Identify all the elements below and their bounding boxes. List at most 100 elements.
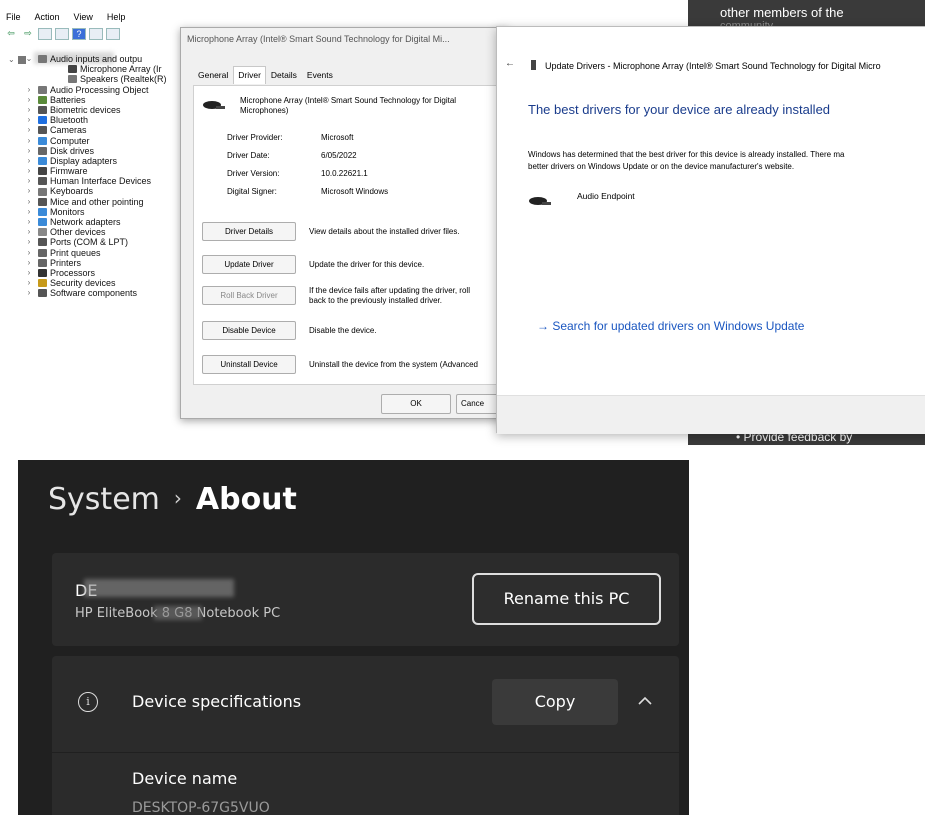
pc-name-card: DE HP EliteBook 8 G8 Notebook PC Rename … [52, 553, 679, 646]
chevron-right-icon[interactable]: › [24, 197, 34, 207]
chevron-right-icon[interactable]: › [24, 146, 34, 156]
tab-driver[interactable]: Driver [233, 66, 266, 84]
tree-item[interactable]: › Computer [24, 136, 184, 146]
tree-item[interactable]: Speakers (Realtek(R) [24, 74, 184, 84]
camera-icon [38, 126, 47, 135]
settings-about-page: System › About DE HP EliteBook 8 G8 Note… [18, 460, 689, 815]
port-icon [38, 238, 47, 247]
tree-item[interactable]: › Monitors [24, 207, 184, 217]
device-name-label: Device name [132, 769, 238, 788]
tree-item[interactable]: Microphone Array (Ir [24, 64, 184, 74]
bluetooth-icon [38, 116, 47, 125]
tree-item[interactable]: › Display adapters [24, 156, 184, 166]
chevron-right-icon[interactable]: › [24, 176, 34, 186]
tree-item[interactable]: › Disk drives [24, 146, 184, 156]
scan-toolbar-icon[interactable] [106, 28, 120, 40]
chevron-right-icon[interactable]: › [24, 268, 34, 278]
chevron-right-icon[interactable]: › [24, 166, 34, 176]
chevron-down-icon[interactable]: ⌄ [24, 54, 34, 64]
list-toolbar-icon[interactable] [55, 28, 69, 40]
breadcrumb-system[interactable]: System [48, 482, 160, 517]
tree-item[interactable]: › Software components [24, 288, 184, 298]
tree-item[interactable]: › Ports (COM & LPT) [24, 237, 184, 247]
tree-item[interactable]: › Audio Processing Object [24, 85, 184, 95]
chevron-right-icon[interactable]: › [24, 207, 34, 217]
tree-item-label: Network adapters [50, 217, 121, 227]
root-chevron-icon[interactable]: ⌄ [8, 55, 15, 64]
chevron-right-icon[interactable]: › [24, 125, 34, 135]
chevron-up-icon[interactable] [638, 696, 652, 706]
update-driver-button[interactable]: Update Driver [202, 255, 296, 274]
menu-action[interactable]: Action [35, 12, 60, 22]
speaker-icon [68, 75, 77, 84]
update-dialog-title: Update Drivers - Microphone Array (Intel… [545, 61, 881, 71]
tree-item[interactable]: › Other devices [24, 227, 184, 237]
security-icon [38, 279, 47, 288]
chevron-right-icon[interactable]: › [24, 156, 34, 166]
rename-pc-button[interactable]: Rename this PC [472, 573, 661, 625]
tree-item-label: Security devices [50, 278, 116, 289]
tree-item-label: Software components [50, 288, 138, 299]
chevron-right-icon[interactable]: › [24, 288, 34, 298]
chevron-right-icon[interactable]: › [24, 85, 34, 95]
disable-device-button[interactable]: Disable Device [202, 321, 296, 340]
driver-details-desc: View details about the installed driver … [309, 227, 460, 236]
chevron-right-icon[interactable]: › [24, 248, 34, 258]
tree-item[interactable]: › Keyboards [24, 186, 184, 196]
roll-back-driver-button[interactable]: Roll Back Driver [202, 286, 296, 305]
help-toolbar-icon[interactable]: ? [72, 28, 86, 40]
uninstall-device-button[interactable]: Uninstall Device [202, 355, 296, 374]
ok-button[interactable]: OK [381, 394, 451, 414]
device-specs-header[interactable]: i Device specifications Copy [52, 656, 679, 752]
menu-help[interactable]: Help [107, 12, 126, 22]
tree-item-label: Microphone Array (Ir [80, 64, 162, 75]
tab-details[interactable]: Details [266, 66, 302, 84]
view-toolbar-icon[interactable] [89, 28, 103, 40]
tree-item[interactable]: › Human Interface Devices [24, 176, 184, 186]
chevron-right-icon[interactable]: › [24, 217, 34, 227]
driver-details-button[interactable]: Driver Details [202, 222, 296, 241]
chevron-right-icon[interactable]: › [24, 95, 34, 105]
driver-tab-panel: Microphone Array (Intel® Smart Sound Tec… [193, 85, 503, 385]
chevron-right-icon[interactable]: › [24, 186, 34, 196]
tree-item[interactable]: ⌄ Audio inputs and outpu [24, 54, 184, 64]
chevron-right-icon[interactable]: › [24, 136, 34, 146]
tree-item[interactable]: › Bluetooth [24, 115, 184, 125]
tab-general[interactable]: General [193, 66, 233, 84]
best-drivers-heading: The best drivers for your device are alr… [528, 102, 831, 117]
tree-item-label: Disk drives [50, 145, 95, 156]
menu-view[interactable]: View [74, 12, 93, 22]
roll-back-desc-line1: If the device fails after updating the d… [309, 286, 470, 295]
chevron-right-icon[interactable]: › [24, 227, 34, 237]
model-redacted [154, 606, 202, 620]
copy-button[interactable]: Copy [492, 679, 618, 725]
tab-events[interactable]: Events [302, 66, 338, 84]
chevron-right-icon[interactable]: › [24, 237, 34, 247]
tree-item[interactable]: › Batteries [24, 95, 184, 105]
tree-item-label: Firmware [50, 166, 88, 177]
forward-arrow-icon[interactable]: ⇨ [21, 28, 35, 40]
tree-item[interactable]: › Mice and other pointing [24, 197, 184, 207]
signer-value: Microsoft Windows [321, 187, 389, 196]
chevron-right-icon[interactable]: › [24, 105, 34, 115]
tree-item[interactable]: › Security devices [24, 278, 184, 288]
speaker-icon [38, 85, 47, 94]
tree-item[interactable]: › Print queues [24, 248, 184, 258]
windows-update-link[interactable]: → Search for updated drivers on Windows … [537, 319, 804, 333]
menu-file[interactable]: File [6, 12, 21, 22]
tree-item[interactable]: › Network adapters [24, 217, 184, 227]
back-arrow-icon[interactable]: ⇦ [4, 28, 18, 40]
roll-back-desc-line2: back to the previously installed driver. [309, 296, 442, 305]
display-icon [38, 156, 47, 165]
speaker-icon [38, 55, 47, 64]
tree-item[interactable]: › Biometric devices [24, 105, 184, 115]
chevron-right-icon[interactable]: › [24, 115, 34, 125]
tree-item[interactable]: › Firmware [24, 166, 184, 176]
chevron-right-icon[interactable]: › [24, 258, 34, 268]
chevron-right-icon[interactable]: › [24, 278, 34, 288]
properties-toolbar-icon[interactable] [38, 28, 52, 40]
tree-item[interactable]: › Processors [24, 268, 184, 278]
back-icon[interactable]: ← [505, 58, 515, 69]
tree-item[interactable]: › Printers [24, 258, 184, 268]
tree-item[interactable]: › Cameras [24, 125, 184, 135]
